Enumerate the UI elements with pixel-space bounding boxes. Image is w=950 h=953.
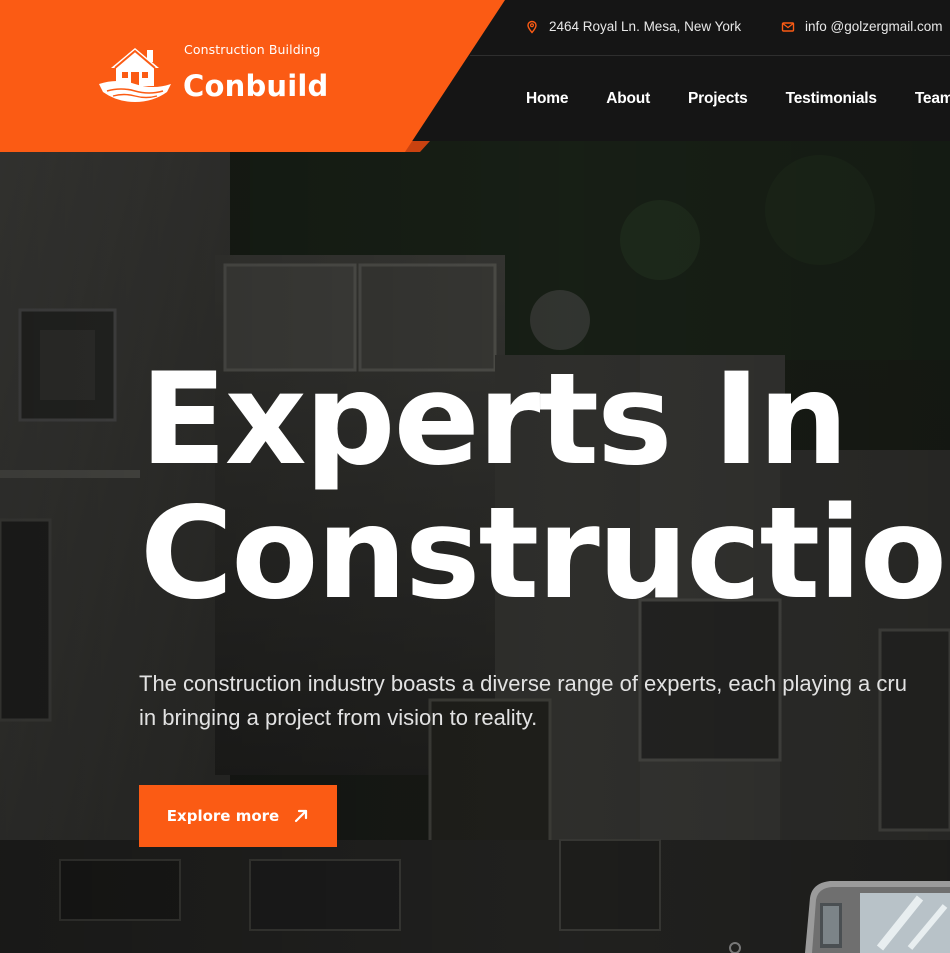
nav-item-projects[interactable]: Projects — [688, 90, 748, 108]
mail-icon — [781, 21, 795, 32]
explore-more-button[interactable]: Explore more — [139, 785, 337, 847]
nav-item-about[interactable]: About — [606, 90, 650, 108]
nav-item-home[interactable]: Home — [526, 90, 568, 108]
explore-more-label: Explore more — [166, 807, 280, 825]
contact-email-text: info @golzergmail.com — [805, 19, 943, 34]
hero-title-line-1: Experts In — [140, 345, 849, 493]
hero-title-line-2: Constructio — [140, 479, 947, 627]
hero-title: Experts In Constructio — [140, 352, 950, 620]
brand-tagline: Construction Building — [184, 42, 321, 57]
main-navigation: Home About Projects Testimonials Team — [526, 90, 950, 108]
contact-email[interactable]: info @golzergmail.com — [781, 19, 943, 34]
hero-description-line-1: The construction industry boasts a diver… — [139, 671, 907, 696]
map-pin-icon — [527, 20, 537, 34]
arrow-up-right-icon — [295, 809, 308, 823]
hero-description-line-2: in bringing a project from vision to rea… — [139, 705, 538, 730]
truck-illustration — [729, 881, 950, 953]
nav-item-testimonials[interactable]: Testimonials — [786, 90, 877, 108]
header-divider — [470, 55, 950, 56]
nav-item-team[interactable]: Team — [915, 90, 950, 108]
house-logo-icon — [99, 48, 171, 102]
contact-address: 2464 Royal Ln. Mesa, New York — [525, 19, 741, 34]
brand-name: Conbuild — [183, 69, 329, 103]
contact-address-text: 2464 Royal Ln. Mesa, New York — [549, 19, 742, 34]
hero-description: The construction industry boasts a diver… — [139, 667, 950, 735]
